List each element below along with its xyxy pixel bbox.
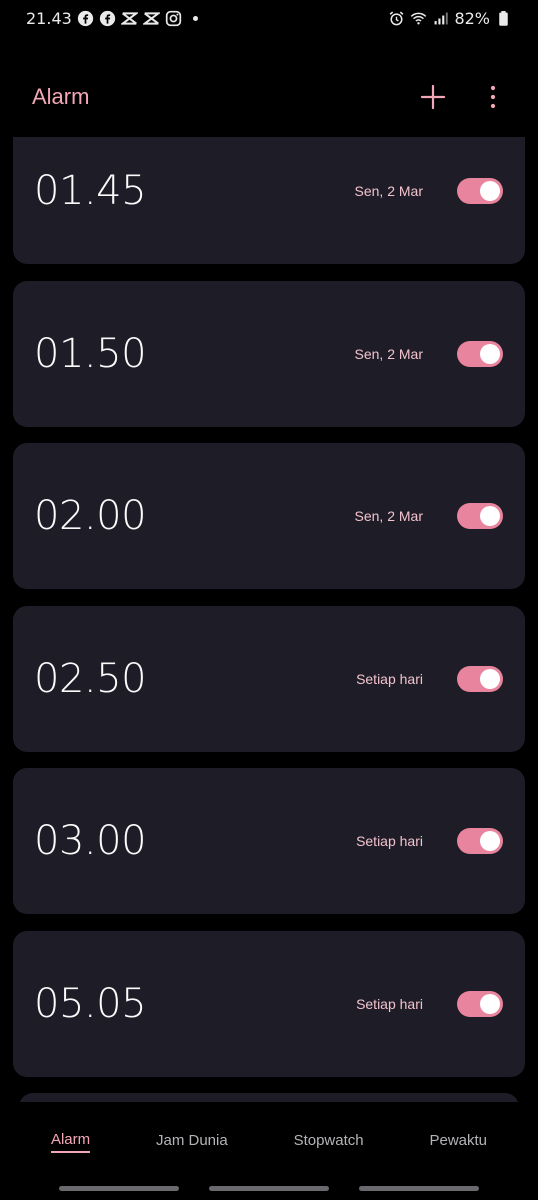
status-left: 21.43 bbox=[26, 9, 198, 28]
recent-apps-button[interactable] bbox=[59, 1186, 179, 1191]
alarm-schedule: Setiap hari bbox=[356, 996, 423, 1012]
instagram-icon bbox=[165, 10, 182, 27]
alarm-card[interactable]: 03.00 Setiap hari bbox=[13, 768, 525, 914]
alarm-toggle[interactable] bbox=[457, 177, 503, 204]
alarm-card[interactable]: 02.00 Sen, 2 Mar bbox=[13, 443, 525, 589]
status-bar: 21.43 82% bbox=[0, 0, 538, 36]
home-button[interactable] bbox=[209, 1186, 329, 1191]
alarm-time: 01.45 bbox=[34, 167, 147, 214]
tab-alarm[interactable]: Alarm bbox=[50, 1131, 91, 1153]
alarm-schedule: Setiap hari bbox=[356, 671, 423, 687]
capcut-icon bbox=[142, 10, 160, 27]
alarm-time: 03.00 bbox=[34, 818, 147, 864]
toggle-knob bbox=[480, 344, 500, 364]
status-right: 82% bbox=[388, 9, 512, 28]
alarm-list[interactable]: 01.45 Sen, 2 Mar 01.50 Sen, 2 Mar 02.00 … bbox=[13, 137, 525, 1102]
alarm-toggle[interactable] bbox=[457, 341, 503, 367]
toggle-knob bbox=[480, 180, 500, 201]
toggle-knob bbox=[480, 831, 500, 851]
header-actions bbox=[418, 82, 508, 112]
alarm-card[interactable]: 02.50 Setiap hari bbox=[13, 606, 525, 752]
alarm-right: Setiap hari bbox=[356, 991, 503, 1017]
toggle-knob bbox=[480, 994, 500, 1014]
system-nav-bar bbox=[0, 1186, 538, 1191]
alarm-schedule: Sen, 2 Mar bbox=[354, 346, 423, 362]
toggle-knob bbox=[480, 506, 500, 526]
signal-icon bbox=[432, 10, 449, 27]
alarm-card[interactable]: 05.05 Setiap hari bbox=[13, 931, 525, 1077]
alarm-right: Sen, 2 Mar bbox=[354, 177, 503, 204]
tab-timer[interactable]: Pewaktu bbox=[429, 1132, 487, 1152]
bottom-nav: Alarm Jam Dunia Stopwatch Pewaktu bbox=[0, 1120, 538, 1164]
alarm-time: 05.05 bbox=[34, 981, 147, 1027]
facebook-icon bbox=[77, 10, 94, 27]
alarm-toggle[interactable] bbox=[457, 666, 503, 692]
alarm-time: 01.50 bbox=[34, 331, 147, 377]
alarm-toggle[interactable] bbox=[457, 828, 503, 854]
status-time: 21.43 bbox=[26, 8, 72, 28]
alarm-icon bbox=[388, 10, 405, 27]
add-alarm-button[interactable] bbox=[418, 82, 448, 112]
alarm-right: Setiap hari bbox=[356, 666, 503, 692]
alarm-schedule: Sen, 2 Mar bbox=[354, 508, 423, 524]
page-title: Alarm bbox=[32, 84, 90, 109]
more-vertical-icon bbox=[490, 85, 496, 109]
wifi-icon bbox=[410, 10, 427, 27]
capcut-icon bbox=[120, 10, 138, 27]
alarm-right: Sen, 2 Mar bbox=[355, 503, 503, 529]
alarm-time: 02.00 bbox=[34, 493, 147, 539]
alarm-right: Setiap hari bbox=[356, 828, 503, 854]
battery-icon bbox=[495, 10, 512, 27]
tab-stopwatch[interactable]: Stopwatch bbox=[294, 1132, 364, 1152]
app-header: Alarm bbox=[0, 70, 538, 124]
tab-world-clock[interactable]: Jam Dunia bbox=[156, 1132, 228, 1152]
more-options-button[interactable] bbox=[478, 82, 508, 112]
alarm-card-partial[interactable] bbox=[19, 1093, 519, 1102]
alarm-schedule: Sen, 2 Mar bbox=[354, 182, 423, 199]
alarm-right: Sen, 2 Mar bbox=[355, 341, 503, 367]
alarm-toggle[interactable] bbox=[457, 991, 503, 1017]
notification-dot bbox=[192, 15, 198, 21]
alarm-card[interactable]: 01.45 Sen, 2 Mar bbox=[13, 137, 525, 264]
toggle-knob bbox=[480, 669, 500, 689]
back-button[interactable] bbox=[359, 1186, 479, 1191]
alarm-card[interactable]: 01.50 Sen, 2 Mar bbox=[13, 281, 525, 427]
plus-icon bbox=[420, 84, 446, 110]
facebook-icon bbox=[99, 10, 116, 27]
alarm-toggle[interactable] bbox=[457, 503, 503, 529]
alarm-schedule: Setiap hari bbox=[356, 833, 423, 849]
alarm-time: 02.50 bbox=[34, 656, 147, 702]
battery-percent: 82% bbox=[454, 8, 490, 28]
